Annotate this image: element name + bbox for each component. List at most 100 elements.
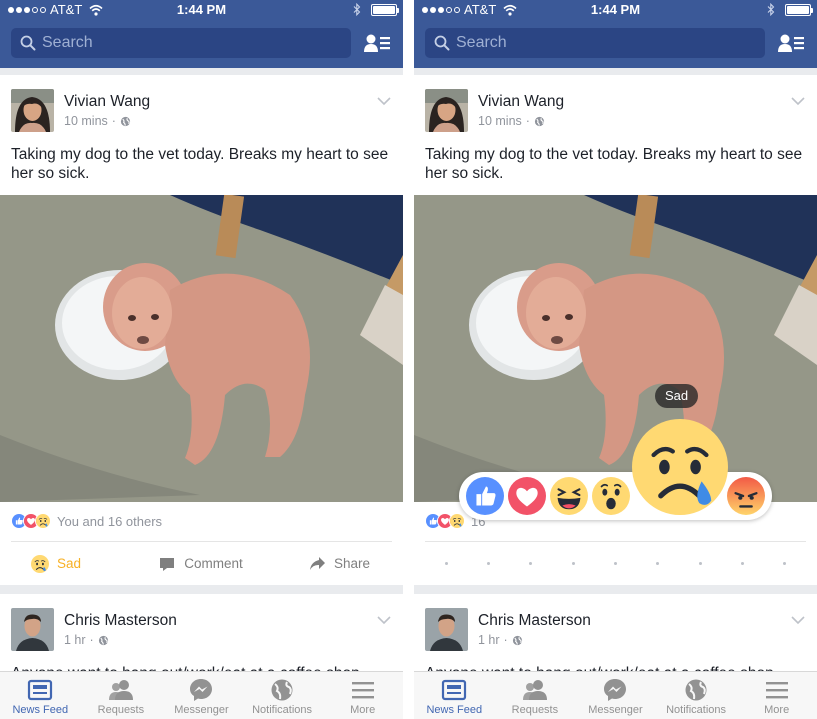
nav-requests[interactable]: Requests (81, 672, 162, 719)
post-meta: 1 hr · (478, 633, 523, 647)
love-reaction-button[interactable] (508, 477, 546, 515)
nav-label: More (350, 704, 376, 716)
bluetooth-icon (767, 3, 775, 16)
post-author[interactable]: Vivian Wang (64, 93, 150, 111)
action-bar: Sad Comment Share (11, 541, 392, 585)
chevron-down-icon[interactable] (791, 616, 805, 625)
sad-reaction-button[interactable] (632, 419, 728, 515)
nav-label: Notifications (252, 704, 313, 716)
battery-icon (785, 3, 813, 16)
haha-icon (550, 477, 588, 515)
bottom-nav: News Feed Requests Messenger Notificatio… (0, 671, 403, 719)
bottom-nav: News Feed Requests Messenger Notificatio… (414, 671, 817, 719)
top-bar: AT&T 1:44 PM Search (0, 0, 403, 68)
like-reaction-button[interactable] (466, 477, 504, 515)
nav-news-feed[interactable]: News Feed (414, 672, 495, 719)
post-time[interactable]: 1 hr (64, 633, 86, 647)
nav-messenger[interactable]: Messenger (575, 672, 656, 719)
nav-label: News Feed (426, 704, 483, 716)
share-label: Share (333, 556, 370, 571)
globe-icon (269, 678, 295, 702)
post-photo[interactable] (0, 195, 403, 502)
search-icon (20, 35, 36, 51)
post-photo[interactable] (414, 195, 817, 502)
nav-label: Requests (511, 704, 559, 716)
share-icon (308, 555, 326, 573)
search-placeholder: Search (42, 34, 93, 51)
avatar[interactable] (11, 608, 54, 651)
privacy-globe-icon (512, 635, 523, 646)
nav-requests[interactable]: Requests (495, 672, 576, 719)
post-author[interactable]: Vivian Wang (478, 93, 564, 111)
search-icon (434, 35, 450, 51)
nav-notifications[interactable]: Notifications (656, 672, 737, 719)
requests-icon (522, 678, 548, 702)
post-author[interactable]: Chris Masterson (478, 612, 591, 630)
nav-messenger[interactable]: Messenger (161, 672, 242, 719)
angry-icon (727, 477, 765, 515)
news-feed-icon (441, 678, 467, 702)
news-feed-icon (27, 678, 53, 702)
reaction-tooltip: Sad (655, 384, 699, 408)
nav-label: More (764, 704, 790, 716)
post-text: Taking my dog to the vet today. Breaks m… (425, 146, 803, 182)
post-meta: 10 mins · (478, 114, 545, 128)
privacy-globe-icon (98, 635, 109, 646)
post-card: Vivian Wang 10 mins · Taking my dog to t… (0, 75, 403, 585)
post-meta: 1 hr · (64, 633, 109, 647)
chevron-down-icon[interactable] (377, 97, 391, 106)
post-meta: 10 mins · (64, 114, 131, 128)
comment-label: Comment (184, 556, 243, 571)
status-bar: AT&T 1:44 PM (414, 0, 817, 20)
nav-notifications[interactable]: Notifications (242, 672, 323, 719)
messenger-icon (188, 678, 214, 702)
reactions-summary[interactable]: You and 16 others (11, 512, 162, 530)
sad-icon (31, 555, 49, 573)
menu-icon (764, 678, 790, 702)
wow-reaction-button[interactable] (592, 477, 630, 515)
nav-label: Messenger (174, 704, 229, 716)
nav-more[interactable]: More (322, 672, 403, 719)
post-time[interactable]: 1 hr (478, 633, 500, 647)
post-time[interactable]: 10 mins (64, 114, 108, 128)
search-input[interactable]: Search (425, 28, 765, 58)
status-bar: AT&T 1:44 PM (0, 0, 403, 20)
nav-news-feed[interactable]: News Feed (0, 672, 81, 719)
like-icon (466, 477, 504, 515)
sad-icon (632, 419, 728, 515)
nav-more[interactable]: More (736, 672, 817, 719)
haha-reaction-button[interactable] (550, 477, 588, 515)
bluetooth-icon (353, 3, 361, 16)
search-placeholder: Search (456, 34, 507, 51)
chevron-down-icon[interactable] (791, 97, 805, 106)
sad-reaction-button[interactable]: Sad (11, 555, 144, 573)
reactions-summary-text: You and 16 others (57, 513, 163, 529)
comment-icon (158, 555, 176, 573)
action-bar-placeholder (425, 541, 806, 585)
friend-list-icon[interactable] (364, 33, 390, 53)
privacy-globe-icon (534, 116, 545, 127)
avatar[interactable] (425, 89, 468, 132)
menu-icon (350, 678, 376, 702)
nav-label: Messenger (588, 704, 643, 716)
clock: 1:44 PM (590, 2, 641, 17)
phone-screen-left: AT&T 1:44 PM Search Vivian Wang 10 mins … (0, 0, 403, 719)
wow-icon (592, 477, 630, 515)
battery-icon (371, 3, 399, 16)
angry-reaction-button[interactable] (727, 477, 765, 515)
share-button[interactable]: Share (257, 555, 392, 573)
friend-list-icon[interactable] (778, 33, 804, 53)
clock: 1:44 PM (176, 2, 227, 17)
post-time[interactable]: 10 mins (478, 114, 522, 128)
nav-label: News Feed (12, 704, 69, 716)
avatar[interactable] (425, 608, 468, 651)
sad-icon (35, 513, 51, 529)
chevron-down-icon[interactable] (377, 616, 391, 625)
post-text: Taking my dog to the vet today. Breaks m… (11, 146, 389, 182)
comment-button[interactable]: Comment (144, 555, 257, 573)
avatar[interactable] (11, 89, 54, 132)
top-bar: AT&T 1:44 PM Search (414, 0, 817, 68)
search-input[interactable]: Search (11, 28, 351, 58)
post-card: Chris Masterson 1 hr · Anyone want to ha… (0, 594, 403, 682)
post-author[interactable]: Chris Masterson (64, 612, 177, 630)
